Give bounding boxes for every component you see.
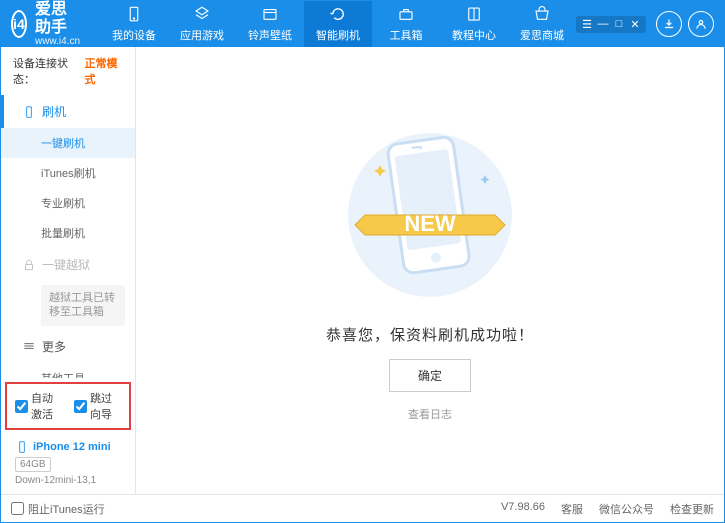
jailbreak-note: 越狱工具已转移至工具箱 [41, 285, 125, 326]
svg-text:NEW: NEW [404, 211, 456, 236]
section-title: 一键越狱 [42, 256, 90, 273]
sidebar-item-itunes[interactable]: iTunes刷机 [1, 158, 135, 188]
minimize-button[interactable]: — [596, 18, 610, 31]
section-flash[interactable]: 刷机 [1, 95, 135, 128]
support-link[interactable]: 客服 [561, 501, 583, 517]
nav-my-device[interactable]: 我的设备 [100, 1, 168, 47]
block-itunes-checkbox[interactable]: 阻止iTunes运行 [11, 501, 105, 517]
success-illustration: NEW [345, 120, 515, 310]
option-checkboxes: 自动激活 跳过向导 [5, 382, 131, 430]
titlebar: i4 爱思助手 www.i4.cn 我的设备 应用游戏 铃声壁纸 智能刷机 [1, 1, 724, 47]
close-button[interactable]: ✕ [628, 18, 642, 31]
skip-guide-input[interactable] [74, 400, 87, 413]
connection-label: 设备连接状态： [13, 55, 80, 87]
book-icon [465, 5, 483, 23]
success-message: 恭喜您，保资料刷机成功啦！ [326, 324, 534, 345]
sidebar-item-batch[interactable]: 批量刷机 [1, 218, 135, 248]
skip-guide-checkbox[interactable]: 跳过向导 [74, 390, 121, 422]
more-icon [22, 339, 36, 353]
sidebar-item-oneclick[interactable]: 一键刷机 [1, 128, 135, 158]
sidebar-tree: 刷机 一键刷机 iTunes刷机 专业刷机 批量刷机 一键越狱 越狱工具已转移至… [1, 95, 135, 378]
auto-activate-input[interactable] [15, 400, 28, 413]
nav-label: 铃声壁纸 [248, 27, 292, 43]
app-title: 爱思助手 [35, 1, 80, 36]
section-title: 更多 [42, 338, 66, 355]
app-window: i4 爱思助手 www.i4.cn 我的设备 应用游戏 铃声壁纸 智能刷机 [0, 0, 725, 523]
nav-label: 智能刷机 [316, 27, 360, 43]
nav-label: 工具箱 [390, 27, 423, 43]
version-text: V7.98.66 [501, 501, 545, 517]
device-capacity: 64GB [15, 457, 51, 472]
toolbox-icon [397, 5, 415, 23]
settings-button[interactable]: ☰ [580, 18, 594, 31]
app-url: www.i4.cn [35, 36, 80, 47]
titlebar-right: ☰ — □ ✕ [576, 11, 714, 37]
nav-apps[interactable]: 应用游戏 [168, 1, 236, 47]
wechat-link[interactable]: 微信公众号 [599, 501, 654, 517]
user-icon [694, 17, 708, 31]
window-buttons: ☰ — □ ✕ [576, 16, 646, 33]
statusbar: 阻止iTunes运行 V7.98.66 客服 微信公众号 检查更新 [1, 494, 724, 522]
refresh-icon [329, 5, 347, 23]
device-name-text: iPhone 12 mini [33, 441, 111, 453]
brand-block: 爱思助手 www.i4.cn [35, 1, 80, 47]
nav-tutorial[interactable]: 教程中心 [440, 1, 508, 47]
nav-ringtone[interactable]: 铃声壁纸 [236, 1, 304, 47]
phone-icon [15, 440, 29, 454]
logo-icon: i4 [11, 10, 27, 38]
view-log-link[interactable]: 查看日志 [408, 406, 452, 422]
checkbox-label: 跳过向导 [90, 390, 121, 422]
maximize-button[interactable]: □ [612, 18, 626, 31]
nav-label: 我的设备 [112, 27, 156, 43]
statusbar-right: V7.98.66 客服 微信公众号 检查更新 [501, 501, 714, 517]
shop-icon [533, 5, 551, 23]
nav-shop[interactable]: 爱思商城 [508, 1, 576, 47]
section-title: 刷机 [42, 103, 66, 120]
nav-label: 应用游戏 [180, 27, 224, 43]
nav-label: 教程中心 [452, 27, 496, 43]
device-version: Down-12mini-13,1 [15, 475, 125, 486]
connection-status: 设备连接状态： 正常模式 [1, 47, 135, 95]
user-button[interactable] [688, 11, 714, 37]
phone-icon [125, 5, 143, 23]
flash-sublist: 一键刷机 iTunes刷机 专业刷机 批量刷机 [1, 128, 135, 248]
ok-button[interactable]: 确定 [389, 359, 471, 392]
body: 设备连接状态： 正常模式 刷机 一键刷机 iTunes刷机 专业刷机 批量刷机 … [1, 47, 724, 494]
checkbox-label: 阻止iTunes运行 [28, 501, 105, 517]
device-name[interactable]: iPhone 12 mini [15, 440, 125, 454]
more-sublist: 其他工具 下载固件 高级功能 [1, 363, 135, 378]
nav-toolbox[interactable]: 工具箱 [372, 1, 440, 47]
sidebar-item-other-tools[interactable]: 其他工具 [1, 363, 135, 378]
main-nav: 我的设备 应用游戏 铃声壁纸 智能刷机 工具箱 教程中心 [100, 1, 576, 47]
sidebar: 设备连接状态： 正常模式 刷机 一键刷机 iTunes刷机 专业刷机 批量刷机 … [1, 47, 136, 494]
download-button[interactable] [656, 11, 682, 37]
nav-flash[interactable]: 智能刷机 [304, 1, 372, 47]
nav-label: 爱思商城 [520, 27, 564, 43]
auto-activate-checkbox[interactable]: 自动激活 [15, 390, 62, 422]
checkbox-label: 自动激活 [31, 390, 62, 422]
download-icon [662, 17, 676, 31]
connection-mode: 正常模式 [84, 55, 123, 87]
check-update-link[interactable]: 检查更新 [670, 501, 714, 517]
phone-icon [22, 105, 36, 119]
main-content: NEW 恭喜您，保资料刷机成功啦！ 确定 查看日志 [136, 47, 724, 494]
apps-icon [193, 5, 211, 23]
folder-icon [261, 5, 279, 23]
lock-icon [22, 258, 36, 272]
section-more[interactable]: 更多 [1, 330, 135, 363]
sidebar-item-pro[interactable]: 专业刷机 [1, 188, 135, 218]
block-itunes-input[interactable] [11, 502, 24, 515]
section-jailbreak[interactable]: 一键越狱 [1, 248, 135, 281]
device-block: iPhone 12 mini 64GB Down-12mini-13,1 [1, 434, 135, 494]
